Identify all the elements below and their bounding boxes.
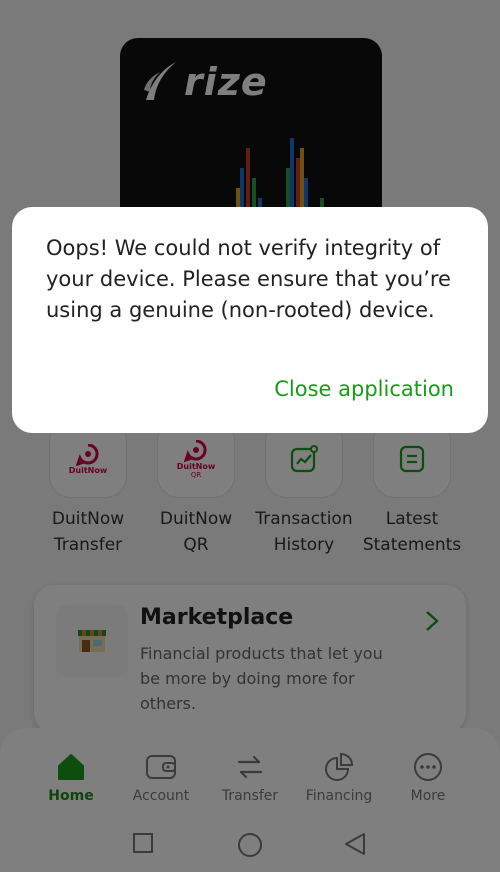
modal-backdrop	[0, 0, 500, 872]
dialog-message: Oops! We could not verify integrity of y…	[46, 236, 451, 322]
close-application-button[interactable]: Close application	[274, 377, 454, 401]
integrity-error-dialog: Oops! We could not verify integrity of y…	[12, 207, 488, 433]
